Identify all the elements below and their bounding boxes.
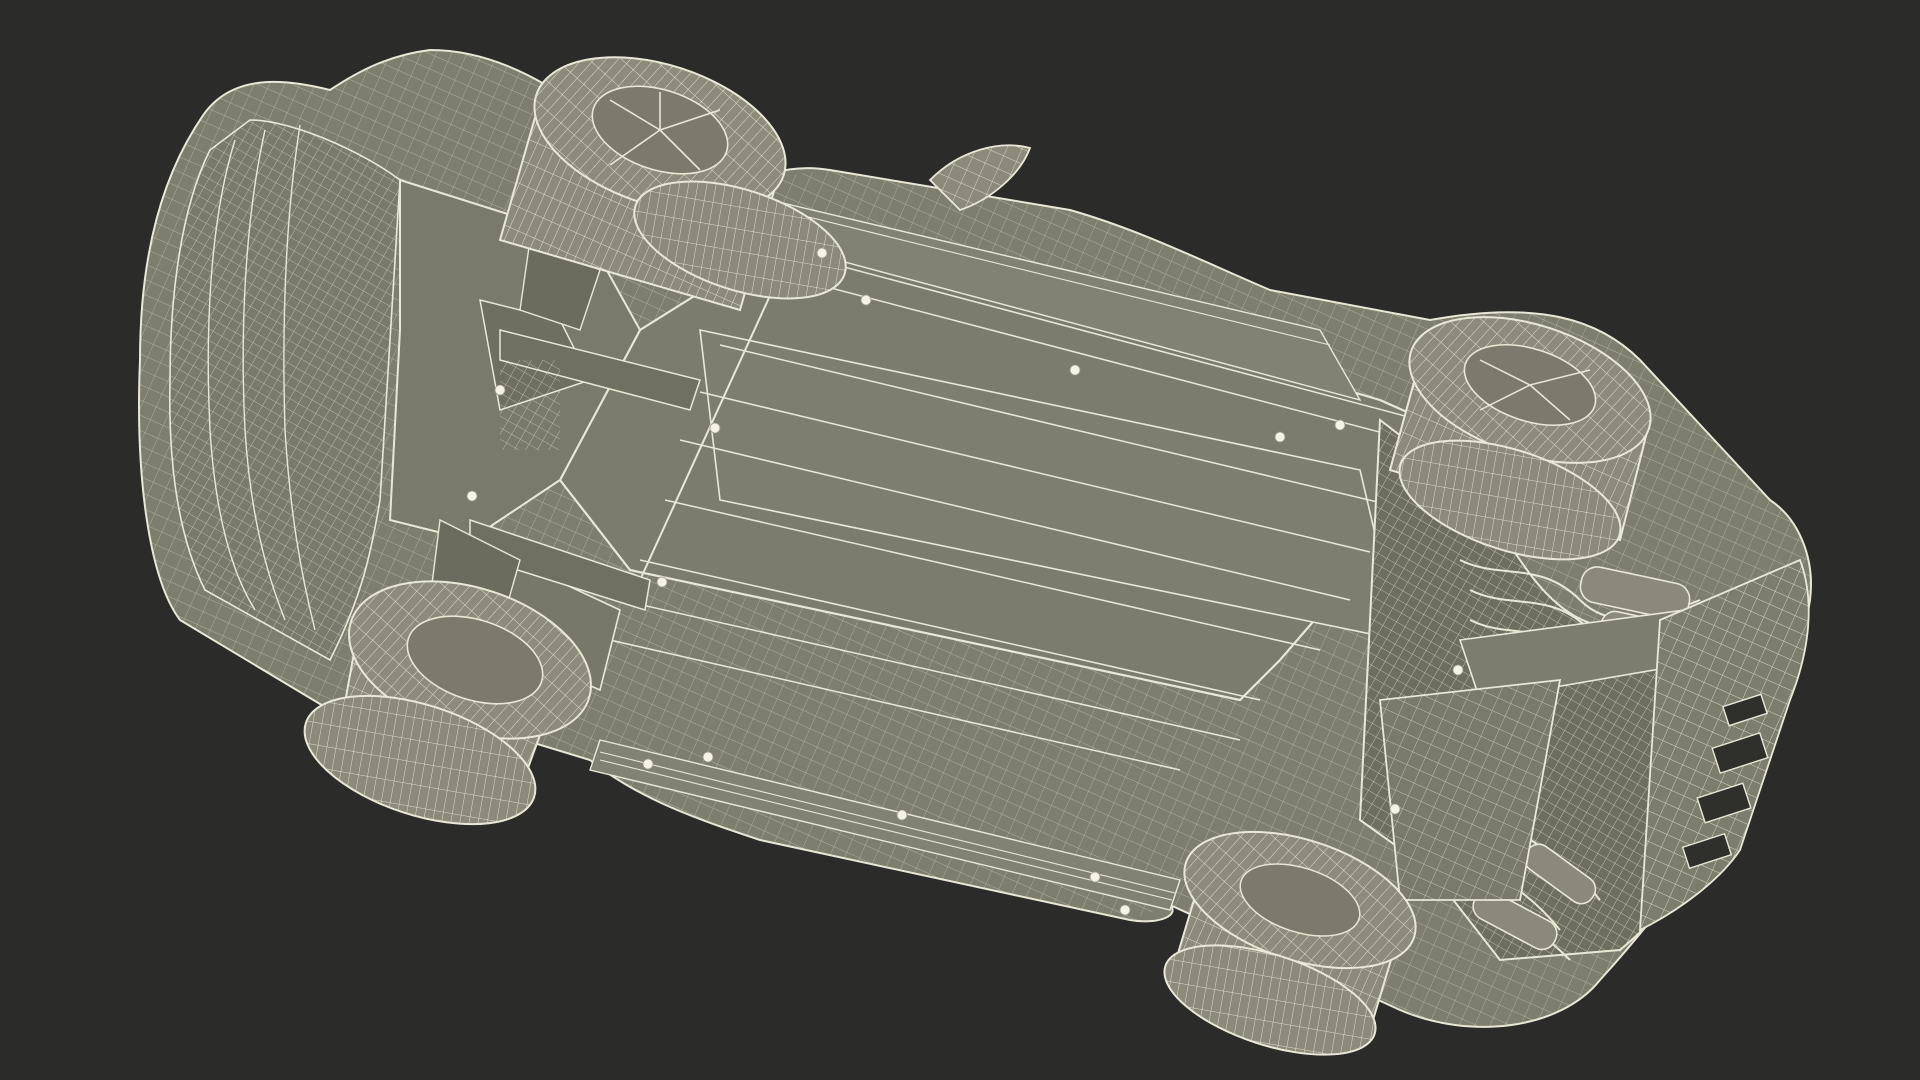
render-viewport [0,0,1920,1080]
car-underside-wireframe [138,48,1812,1056]
